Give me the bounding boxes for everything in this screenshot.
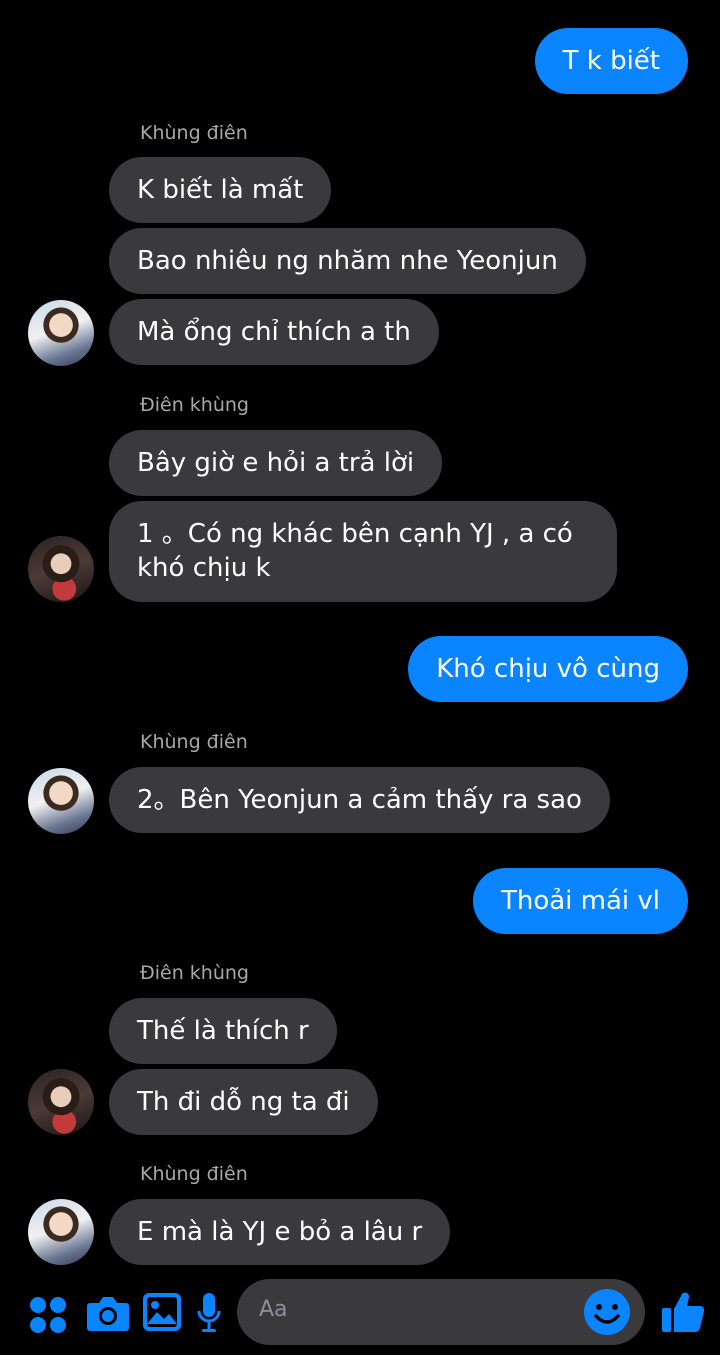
message-sent[interactable]: T k biết	[534, 28, 688, 94]
avatar[interactable]	[28, 1199, 94, 1265]
microphone-icon[interactable]	[196, 1291, 222, 1335]
message-received[interactable]: K biết là mất	[109, 157, 332, 223]
message-input[interactable]: Aa	[237, 1279, 645, 1345]
apps-icon[interactable]	[28, 1295, 68, 1335]
avatar[interactable]	[28, 300, 94, 366]
camera-icon[interactable]	[86, 1293, 130, 1333]
message-received[interactable]: E mà là YJ e bỏ a lâu r	[109, 1199, 451, 1265]
gallery-icon[interactable]	[142, 1292, 182, 1332]
avatar[interactable]	[28, 768, 94, 834]
message-received[interactable]: 2。Bên Yeonjun a cảm thấy ra sao	[109, 767, 610, 833]
message-received[interactable]: 1 。Có ng khác bên cạnh YJ , a có khó chị…	[109, 501, 617, 602]
avatar[interactable]	[28, 536, 94, 602]
sender-name: Khùng điên	[140, 731, 248, 753]
message-sent[interactable]: Khó chịu vô cùng	[408, 636, 688, 702]
message-input-placeholder: Aa	[259, 1297, 288, 1322]
message-received[interactable]: Bao nhiêu ng nhăm nhe Yeonjun	[109, 228, 586, 294]
sender-name: Điên khùng	[140, 394, 249, 416]
message-received[interactable]: Thế là thích r	[109, 998, 337, 1064]
message-sent[interactable]: Thoải mái vl	[472, 868, 688, 934]
message-received[interactable]: Mà ổng chỉ thích a th	[109, 299, 439, 365]
sender-name: Điên khùng	[140, 962, 249, 984]
sender-name: Khùng điên	[140, 122, 248, 144]
sender-name: Khùng điên	[140, 1163, 248, 1185]
avatar[interactable]	[28, 1069, 94, 1135]
message-received[interactable]: Th đi dỗ ng ta đi	[109, 1069, 378, 1135]
message-received[interactable]: Bây giờ e hỏi a trả lời	[109, 430, 443, 496]
like-icon[interactable]	[660, 1290, 706, 1334]
emoji-icon[interactable]	[583, 1288, 631, 1336]
